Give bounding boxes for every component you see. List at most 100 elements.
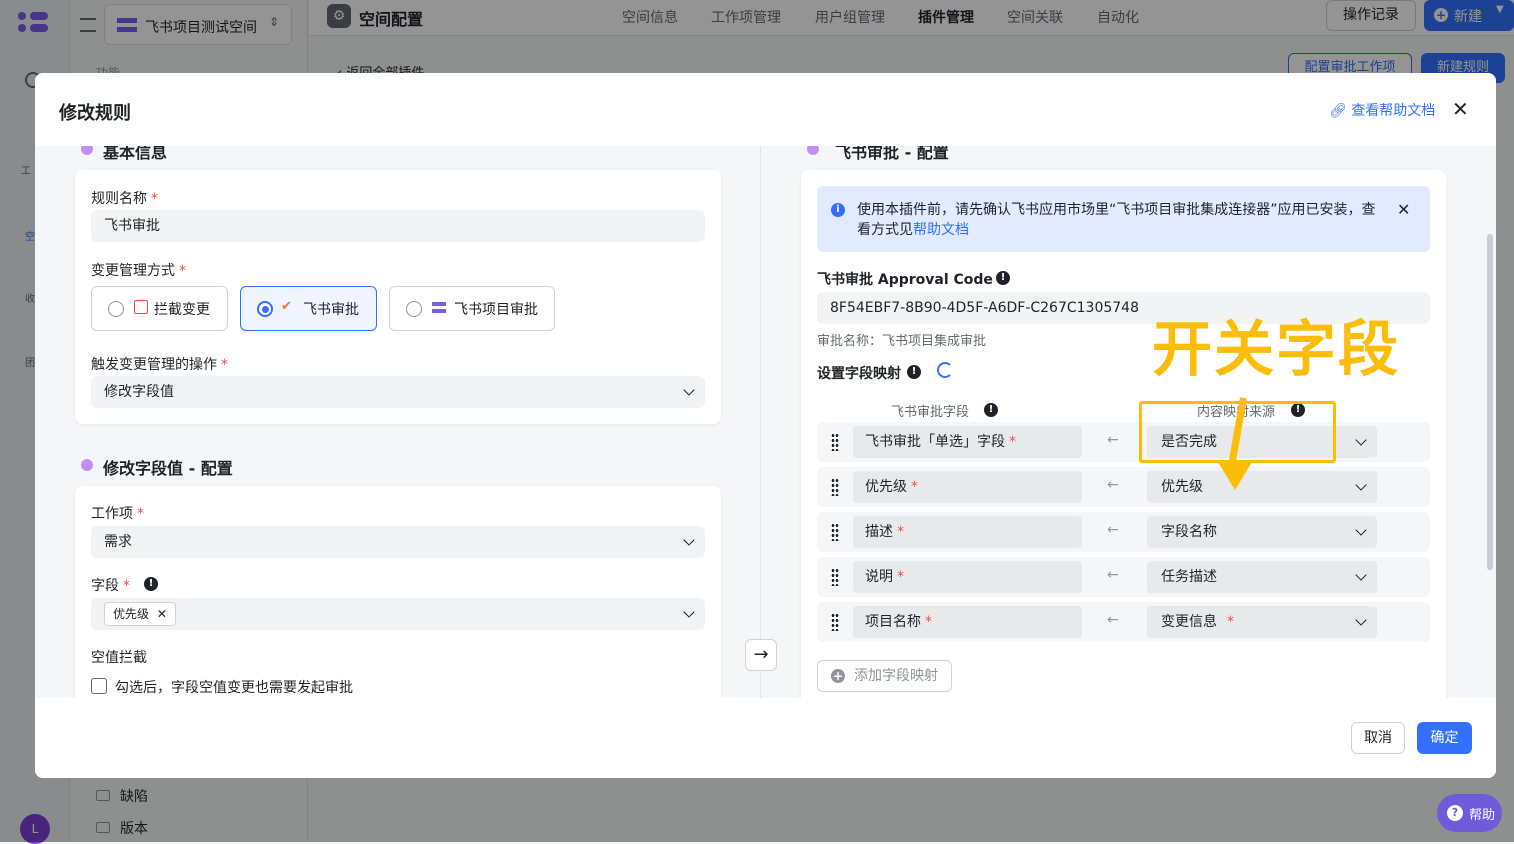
rule-name-input[interactable]: 飞书审批 [91,210,705,242]
info-icon[interactable]: ! [984,403,998,417]
intercept-icon [134,300,148,314]
mapping-left: 优先级 * [853,471,1082,503]
scrollbar[interactable] [1487,234,1493,570]
mapping-left: 描述 * [853,516,1082,548]
field-select[interactable]: 优先级 ✕ [91,598,705,630]
ok-button[interactable]: 确定 [1417,722,1472,754]
modal-header: 修改规则 🔗︎ 查看帮助文档 ✕ [35,73,1496,146]
option-project-approval[interactable]: 飞书项目审批 [389,286,555,331]
rule-name-label: 规则名称 * [91,191,158,207]
approval-config-title: 飞书审批 - 配置 [835,146,949,162]
refresh-icon[interactable] [937,362,953,378]
mapping-right-select[interactable]: 任务描述 [1147,561,1377,593]
section-dot [81,146,93,155]
basic-info-title: 基本信息 [103,146,168,162]
cancel-button[interactable]: 取消 [1351,722,1405,754]
modal-footer: 取消 确定 [35,698,1496,778]
notice-banner: i 使用本插件前，请先确认飞书应用市场里“飞书项目审批集成连接器”应用已安装，查… [817,186,1430,252]
mapping-left: 说明 * [853,561,1082,593]
add-mapping-button[interactable]: + 添加字段映射 [817,660,952,692]
drag-handle-icon[interactable] [831,613,839,631]
annotation-highlight-box [1139,401,1336,463]
info-icon[interactable]: ! [144,577,158,591]
mapping-row: 飞书审批「单选」字段 * ← 是否完成 [817,422,1430,462]
section-dot [807,146,819,155]
info-icon[interactable]: ! [907,365,921,379]
modify-config-card: 工作项 * 需求 字段 * ! 优先级 ✕ 空值拦截 勾选后，字段空值变更也需要发起… [75,486,721,698]
chevron-down-icon [683,534,695,546]
mapping-row: 优先级 * ← 优先级 [817,467,1430,507]
modal-title: 修改规则 [59,103,131,124]
chevron-down-icon [1355,524,1367,536]
field-tag[interactable]: 优先级 ✕ [104,602,176,626]
approval-config-card: i 使用本插件前，请先确认飞书应用市场里“飞书项目审批集成连接器”应用已安装，查… [801,170,1446,698]
notice-text: 使用本插件前，请先确认飞书应用市场里“飞书项目审批集成连接器”应用已安装，查看方… [857,202,1376,238]
drag-handle-icon[interactable] [831,478,839,496]
mapping-left: 飞书审批「单选」字段 * [853,426,1082,458]
mapping-label: 设置字段映射 [817,366,901,382]
chevron-down-icon [1355,614,1367,626]
option-label: 飞书项目审批 [454,302,538,318]
work-item-label: 工作项 * [91,506,144,522]
info-circle-icon: i [831,203,845,217]
annotation-arrow-head [1218,462,1252,490]
arrow-left-icon: ← [1107,477,1119,493]
radio-intercept[interactable] [108,301,124,317]
plus-circle-icon: + [831,669,845,683]
option-intercept[interactable]: 拦截变更 [91,286,228,331]
tag-close-icon[interactable]: ✕ [157,607,167,621]
empty-checkbox[interactable] [91,678,107,694]
option-label: 拦截变更 [154,302,210,318]
mapping-left: 项目名称 * [853,606,1082,638]
chevron-down-icon [683,606,695,618]
section-dot [81,459,93,471]
annotation-text: 开关字段 [1152,315,1400,385]
option-label: 飞书审批 [303,302,359,318]
chevron-down-icon [683,384,695,396]
notice-help-link[interactable]: 帮助文档 [913,222,969,238]
help-doc-label: 查看帮助文档 [1351,103,1436,119]
mapping-row: 描述 * ← 字段名称 [817,512,1430,552]
basic-info-card: 规则名称 * 飞书审批 变更管理方式 * 拦截变更 ✔︎ 飞书审批 飞书项目审批 触… [75,170,721,424]
col-left-header: 飞书审批字段 [891,405,970,420]
approval-name: 审批名称：飞书项目集成审批 [817,334,987,349]
arrow-left-icon: ← [1107,567,1119,583]
link-icon: 🔗︎ [1329,103,1347,119]
column-divider [760,146,761,698]
drag-handle-icon[interactable] [831,568,839,586]
project-icon [432,302,446,313]
help-icon: ? [1447,805,1463,821]
mapping-right-select[interactable]: 优先级 [1147,471,1377,503]
mode-label: 变更管理方式 * [91,263,186,279]
chevron-down-icon [1355,569,1367,581]
drag-handle-icon[interactable] [831,523,839,541]
arrow-right-button[interactable]: → [745,639,777,671]
chevron-down-icon [1355,434,1367,446]
option-feishu-approval[interactable]: ✔︎ 飞书审批 [240,286,377,331]
code-label: 飞书审批 Approval Code* [817,272,1004,288]
arrow-left-icon: ← [1107,522,1119,538]
empty-intercept-label: 空值拦截 [91,650,147,666]
edit-rule-modal: 修改规则 🔗︎ 查看帮助文档 ✕ 基本信息 规则名称 * 飞书审批 变更管理方式 *… [35,73,1496,778]
drag-handle-icon[interactable] [831,433,839,451]
radio-project-approval[interactable] [406,301,422,317]
modify-config-title: 修改字段值 - 配置 [103,459,233,478]
arrow-left-icon: ← [1107,432,1119,448]
help-fab[interactable]: ? 帮助 [1437,794,1502,832]
help-doc-link[interactable]: 🔗︎ 查看帮助文档 [1329,100,1435,120]
help-label: 帮助 [1469,808,1496,823]
work-item-select[interactable]: 需求 [91,526,705,558]
mapping-row: 说明 * ← 任务描述 [817,557,1430,597]
mapping-row: 项目名称 * ← 变更信息 * [817,602,1430,642]
info-icon[interactable]: ! [996,271,1010,285]
radio-feishu-approval[interactable] [257,301,273,317]
mapping-right-select[interactable]: 变更信息 * [1147,606,1377,638]
trigger-select[interactable]: 修改字段值 [91,376,705,408]
close-icon[interactable]: ✕ [1452,97,1469,121]
trigger-value: 修改字段值 [104,384,174,400]
mapping-right-select[interactable]: 字段名称 [1147,516,1377,548]
close-icon[interactable]: ✕ [1397,200,1410,219]
empty-checkbox-text: 勾选后，字段空值变更也需要发起审批 [115,680,353,696]
modal-body: 基本信息 规则名称 * 飞书审批 变更管理方式 * 拦截变更 ✔︎ 飞书审批 飞书项… [35,146,1496,698]
feishu-approval-icon: ✔︎ [281,299,292,314]
